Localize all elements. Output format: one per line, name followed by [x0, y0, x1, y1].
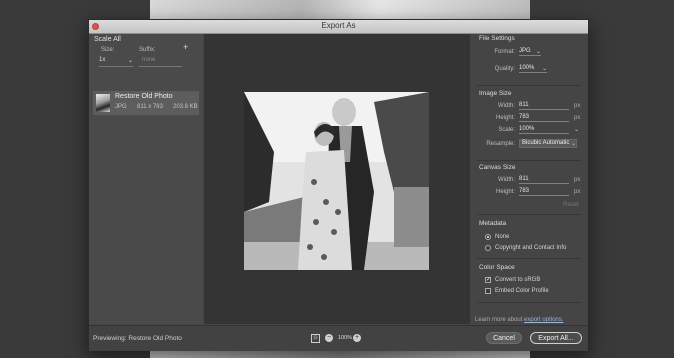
convert-srgb-checkbox[interactable]: ✓ — [485, 277, 491, 283]
canvas-width-unit: px — [574, 177, 581, 183]
quality-select[interactable]: 100% ⌄ — [519, 65, 547, 73]
previewing-label: Previewing: Restore Old Photo — [93, 335, 182, 342]
quality-label: Quality: — [494, 66, 515, 72]
learn-more-prefix: Learn more about — [475, 317, 523, 323]
scale-input[interactable]: 100% — [519, 126, 569, 134]
metadata-copyright-radio[interactable] — [485, 245, 491, 251]
embed-profile-checkbox[interactable] — [485, 288, 491, 294]
resample-select[interactable]: Bicubic Automatic ⌄ — [519, 139, 577, 148]
resample-value: Bicubic Automatic — [522, 140, 570, 146]
asset-list-item[interactable]: Restore Old Photo JPG 811 x 783 203.8 KB — [93, 91, 199, 115]
resample-label: Resample: — [486, 141, 515, 147]
suffix-label: Suffix: — [139, 47, 156, 53]
export-all-button[interactable]: Export All... — [530, 332, 582, 344]
chevron-down-icon: ⌄ — [536, 49, 542, 55]
suffix-placeholder: none — [142, 57, 156, 63]
asset-panel: Scale All Size: Suffix: + 1x ⌄ none Rest… — [89, 34, 203, 324]
photo-illustration — [244, 92, 429, 270]
zoom-level: 100% — [338, 335, 353, 341]
color-space-section: Color Space ✓ Convert to sRGB Embed Colo… — [477, 264, 581, 303]
embed-profile-label: Embed Color Profile — [495, 288, 549, 294]
chevron-down-icon: ⌄ — [127, 58, 133, 64]
metadata-section: Metadata None Copyright and Contact Info — [477, 220, 581, 259]
image-height-input[interactable]: 783 — [519, 114, 569, 122]
reset-button[interactable]: Reset — [563, 202, 579, 208]
canvas-width-label: Width: — [497, 177, 515, 183]
chevron-down-icon: ⌄ — [571, 141, 577, 147]
convert-srgb-label: Convert to sRGB — [495, 277, 541, 283]
asset-format: JPG — [115, 104, 127, 110]
chevron-down-icon[interactable]: ⌄ — [574, 126, 579, 133]
canvas-size-section: Canvas Size Width: 811 px Height: 783 px… — [477, 164, 581, 215]
file-settings-section: File Settings Format: JPG ⌄ Quality: 100… — [477, 35, 581, 86]
scale-all-label: Scale All — [94, 36, 121, 43]
learn-more-text: Learn more about export options. — [475, 317, 563, 323]
canvas-height-unit: px — [574, 189, 581, 195]
asset-dimensions: 811 x 783 — [137, 104, 163, 110]
export-options-link[interactable]: export options. — [524, 317, 563, 323]
metadata-copyright-label: Copyright and Contact Info — [495, 245, 567, 251]
canvas-size-title: Canvas Size — [479, 164, 516, 171]
metadata-title: Metadata — [479, 220, 507, 227]
size-select-value: 1x — [99, 57, 106, 63]
plus-icon[interactable]: + — [183, 42, 188, 52]
size-select[interactable]: 1x ⌄ — [99, 57, 133, 67]
fit-view-icon[interactable]: ⊡ — [311, 334, 320, 343]
zoom-control: ⊡ − 100% + — [311, 334, 361, 344]
format-value: JPG — [519, 48, 531, 54]
format-label: Format: — [494, 49, 515, 55]
title-bar: Export As — [89, 20, 588, 34]
size-label: Size: — [101, 47, 115, 53]
asset-thumbnail — [96, 94, 110, 112]
settings-panel: File Settings Format: JPG ⌄ Quality: 100… — [471, 34, 588, 324]
file-settings-title: File Settings — [479, 35, 515, 42]
color-space-title: Color Space — [479, 264, 515, 271]
chevron-down-icon: ⌄ — [542, 66, 548, 72]
dialog-title: Export As — [321, 21, 356, 30]
canvas-width-input[interactable]: 811 — [519, 176, 569, 184]
image-size-section: Image Size Width: 811 px Height: 783 px … — [477, 90, 581, 161]
scale-label: Scale: — [498, 127, 515, 133]
zoom-in-icon[interactable]: + — [353, 334, 361, 342]
asset-name: Restore Old Photo — [115, 93, 173, 100]
image-width-input[interactable]: 811 — [519, 102, 569, 110]
canvas-height-label: Height: — [495, 189, 515, 195]
metadata-none-label: None — [495, 234, 510, 240]
export-as-dialog: Export As Scale All Size: Suffix: + 1x ⌄… — [88, 19, 589, 351]
metadata-none-radio[interactable] — [485, 234, 491, 240]
image-width-unit: px — [574, 103, 581, 109]
format-select[interactable]: JPG ⌄ — [519, 48, 541, 56]
image-height-unit: px — [574, 115, 581, 121]
zoom-out-icon[interactable]: − — [325, 334, 333, 342]
bottom-bar: Previewing: Restore Old Photo ⊡ − 100% +… — [89, 325, 588, 351]
preview-image — [244, 92, 429, 270]
preview-area — [204, 34, 470, 324]
asset-filesize: 203.8 KB — [173, 104, 198, 110]
quality-value: 100% — [519, 65, 535, 71]
image-width-label: Width: — [497, 103, 515, 109]
canvas-height-input[interactable]: 783 — [519, 188, 569, 196]
suffix-input[interactable]: none — [139, 57, 182, 67]
image-height-label: Height: — [495, 115, 515, 121]
cancel-button[interactable]: Cancel — [486, 332, 522, 344]
image-size-title: Image Size — [479, 90, 512, 97]
